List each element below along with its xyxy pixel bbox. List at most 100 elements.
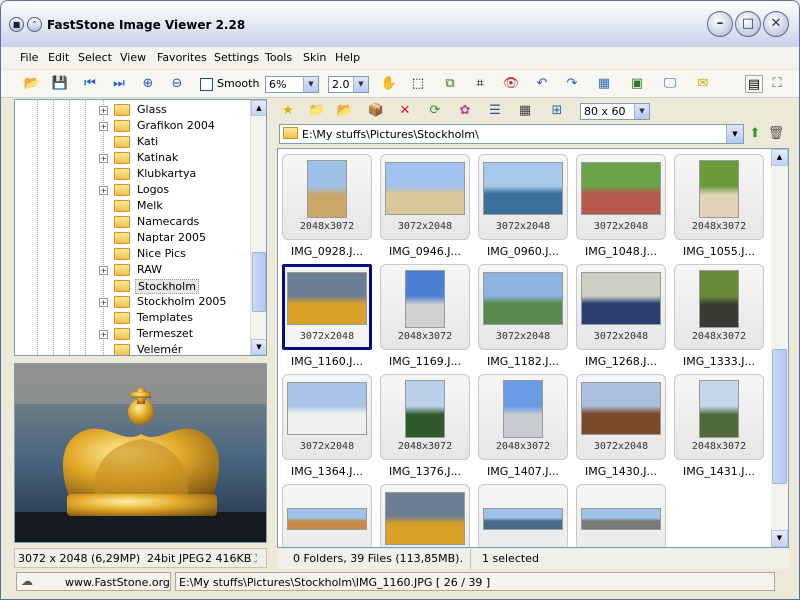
scroll-down-icon[interactable]: ▼ [771, 530, 788, 547]
smooth-checkbox[interactable] [200, 78, 213, 91]
expand-icon[interactable]: + [99, 266, 108, 275]
go-up-folder-icon[interactable]: ⬆ [746, 125, 764, 143]
scroll-up-icon[interactable]: ▲ [251, 100, 266, 116]
chevron-down-icon[interactable]: ▼ [726, 125, 743, 143]
tree-item[interactable]: Stockholm [15, 278, 251, 294]
batch-icon[interactable]: ✿ [456, 102, 474, 120]
tree-item[interactable]: + Stockholm 2005 [15, 294, 251, 310]
expand-icon[interactable]: + [99, 330, 108, 339]
thumbnail-item[interactable]: 3072x2048 IMG_1182.J... [478, 264, 568, 374]
thumbnail-item[interactable]: 2048x3072 IMG_1333.J... [674, 264, 764, 374]
chevron-down-icon[interactable]: ▼ [634, 104, 649, 119]
scroll-thumb[interactable] [772, 349, 787, 484]
expand-icon[interactable]: + [99, 106, 108, 115]
tree-item[interactable]: + Logos [15, 182, 251, 198]
thumbnail-item[interactable]: 2048x3072 IMG_1055.J... [674, 154, 764, 264]
website-link[interactable]: ☁ www.FastStone.org [16, 572, 171, 591]
tree-item[interactable]: Melk [15, 198, 251, 214]
resize-icon[interactable]: ⧉ [441, 75, 459, 93]
compare-icon[interactable]: ▦ [595, 75, 613, 93]
thumbnail-item[interactable]: 3072x2048 IMG_1364.J... [282, 374, 372, 484]
thumbnail-item[interactable]: 3072x2048 IMG_0960.J... [478, 154, 568, 264]
thumbnail-item[interactable]: 3072x2048 IMG_1430.J... [576, 374, 666, 484]
close-button[interactable]: ✕ [763, 11, 789, 37]
thumbnail-item[interactable] [478, 484, 568, 547]
tree-item[interactable]: Velemér [15, 342, 251, 355]
rotate-right-icon[interactable]: ↷ [563, 75, 581, 93]
scroll-up-icon[interactable]: ▲ [771, 149, 788, 166]
thumbnail-grid[interactable]: 2048x3072 IMG_0928.J... 3072x2048 IMG_0946.… [277, 148, 789, 548]
crop-icon[interactable]: ⌗ [471, 75, 489, 93]
roll-up-icon[interactable]: ⌃ [27, 17, 42, 32]
fit-window-icon[interactable]: ⛶ [249, 552, 257, 566]
move-to-icon[interactable]: 📦 [367, 102, 385, 120]
thumbnail-size-select[interactable]: 80 x 60 ▼ [580, 103, 650, 120]
scroll-down-icon[interactable]: ▼ [251, 339, 266, 355]
thumbnail-item[interactable]: 3072x2048 IMG_1160.J... [282, 264, 372, 374]
expand-icon[interactable]: + [99, 122, 108, 131]
thumbnail-item[interactable]: 3072x2048 IMG_1048.J... [576, 154, 666, 264]
zoom-select[interactable]: 6% ▼ [265, 76, 319, 93]
thumbnail-item[interactable] [380, 484, 470, 547]
scroll-thumb[interactable] [252, 252, 266, 312]
menu-favorites[interactable]: Favorites [157, 51, 207, 64]
menu-tools[interactable]: Tools [265, 51, 292, 64]
hand-tool-icon[interactable]: ✋ [380, 75, 398, 93]
tree-item[interactable]: + Katinak [15, 150, 251, 166]
zoom-in-icon[interactable]: ⊕ [139, 75, 157, 93]
expand-icon[interactable]: + [99, 298, 108, 307]
folder-tree[interactable]: + Glass + Grafikon 2004 Kati + Katinak Klubkart… [14, 99, 267, 356]
new-folder-icon[interactable]: 📁 [308, 102, 326, 120]
menu-help[interactable]: Help [335, 51, 360, 64]
email-icon[interactable]: ✉ [694, 75, 712, 93]
menu-settings[interactable]: Settings [214, 51, 259, 64]
minimize-button[interactable]: – [707, 11, 733, 37]
thumbnail-item[interactable]: 3072x2048 IMG_0946.J... [380, 154, 470, 264]
system-menu-icon[interactable]: ■ [9, 17, 24, 32]
tree-item[interactable]: + Termeszet [15, 326, 251, 342]
tree-item[interactable]: + RAW [15, 262, 251, 278]
recycle-bin-icon[interactable]: 🗑 [767, 125, 785, 143]
thumbnail-item[interactable]: 2048x3072 IMG_0928.J... [282, 154, 372, 264]
red-eye-icon[interactable]: 👁 [502, 75, 520, 93]
ratio-select[interactable]: 2.0 ▼ [328, 76, 369, 93]
favorites-star-icon[interactable]: ★ [279, 102, 297, 120]
save-icon[interactable]: 💾 [51, 75, 69, 93]
expand-icon[interactable]: + [99, 154, 108, 163]
tree-item[interactable]: Templates [15, 310, 251, 326]
refresh-icon[interactable]: ⟳ [426, 102, 444, 120]
maximize-button[interactable]: □ [735, 11, 761, 37]
title-bar[interactable]: ■ ⌃ FastStone Image Viewer 2.28 – □ ✕ [1, 1, 799, 47]
tree-scrollbar[interactable]: ▲ ▼ [250, 100, 266, 355]
thumbnail-item[interactable] [576, 484, 666, 547]
thumbnail-item[interactable]: 3072x2048 IMG_1268.J... [576, 264, 666, 374]
wallpaper-icon[interactable]: 🖵 [661, 75, 679, 93]
list-view-icon[interactable]: ▦ [516, 102, 534, 120]
menu-skin[interactable]: Skin [303, 51, 326, 64]
slideshow-icon[interactable]: ▣ [628, 75, 646, 93]
menu-edit[interactable]: Edit [48, 51, 69, 64]
expand-icon[interactable]: + [99, 186, 108, 195]
tree-item[interactable]: Naptar 2005 [15, 230, 251, 246]
select-rect-icon[interactable]: ⬚ [409, 75, 427, 93]
grid-scrollbar[interactable]: ▲ ▼ [771, 149, 788, 547]
tree-item[interactable]: Kati [15, 134, 251, 150]
details-view-icon[interactable]: ☰ [486, 102, 504, 120]
chevron-down-icon[interactable]: ▼ [353, 77, 368, 92]
tree-item[interactable]: + Glass [15, 102, 251, 118]
open-folder-icon[interactable]: 📂 [23, 75, 41, 93]
copy-to-icon[interactable]: 📂 [336, 102, 354, 120]
rotate-left-icon[interactable]: ↶ [533, 75, 551, 93]
layout-icon[interactable]: ▤ [745, 75, 763, 93]
menu-view[interactable]: View [120, 51, 146, 64]
tree-item[interactable]: + Grafikon 2004 [15, 118, 251, 134]
path-combobox[interactable]: E:\My stuffs\Pictures\Stockholm\ ▼ [279, 124, 744, 144]
thumbnail-item[interactable]: 2048x3072 IMG_1407.J... [478, 374, 568, 484]
menu-file[interactable]: File [20, 51, 38, 64]
thumbnail-item[interactable] [282, 484, 372, 547]
thumbnail-item[interactable]: 2048x3072 IMG_1376.J... [380, 374, 470, 484]
previous-icon[interactable]: ⏮ [81, 75, 99, 93]
thumbnail-item[interactable]: 2048x3072 IMG_1169.J... [380, 264, 470, 374]
zoom-out-icon[interactable]: ⊖ [168, 75, 186, 93]
tree-item[interactable]: Namecards [15, 214, 251, 230]
